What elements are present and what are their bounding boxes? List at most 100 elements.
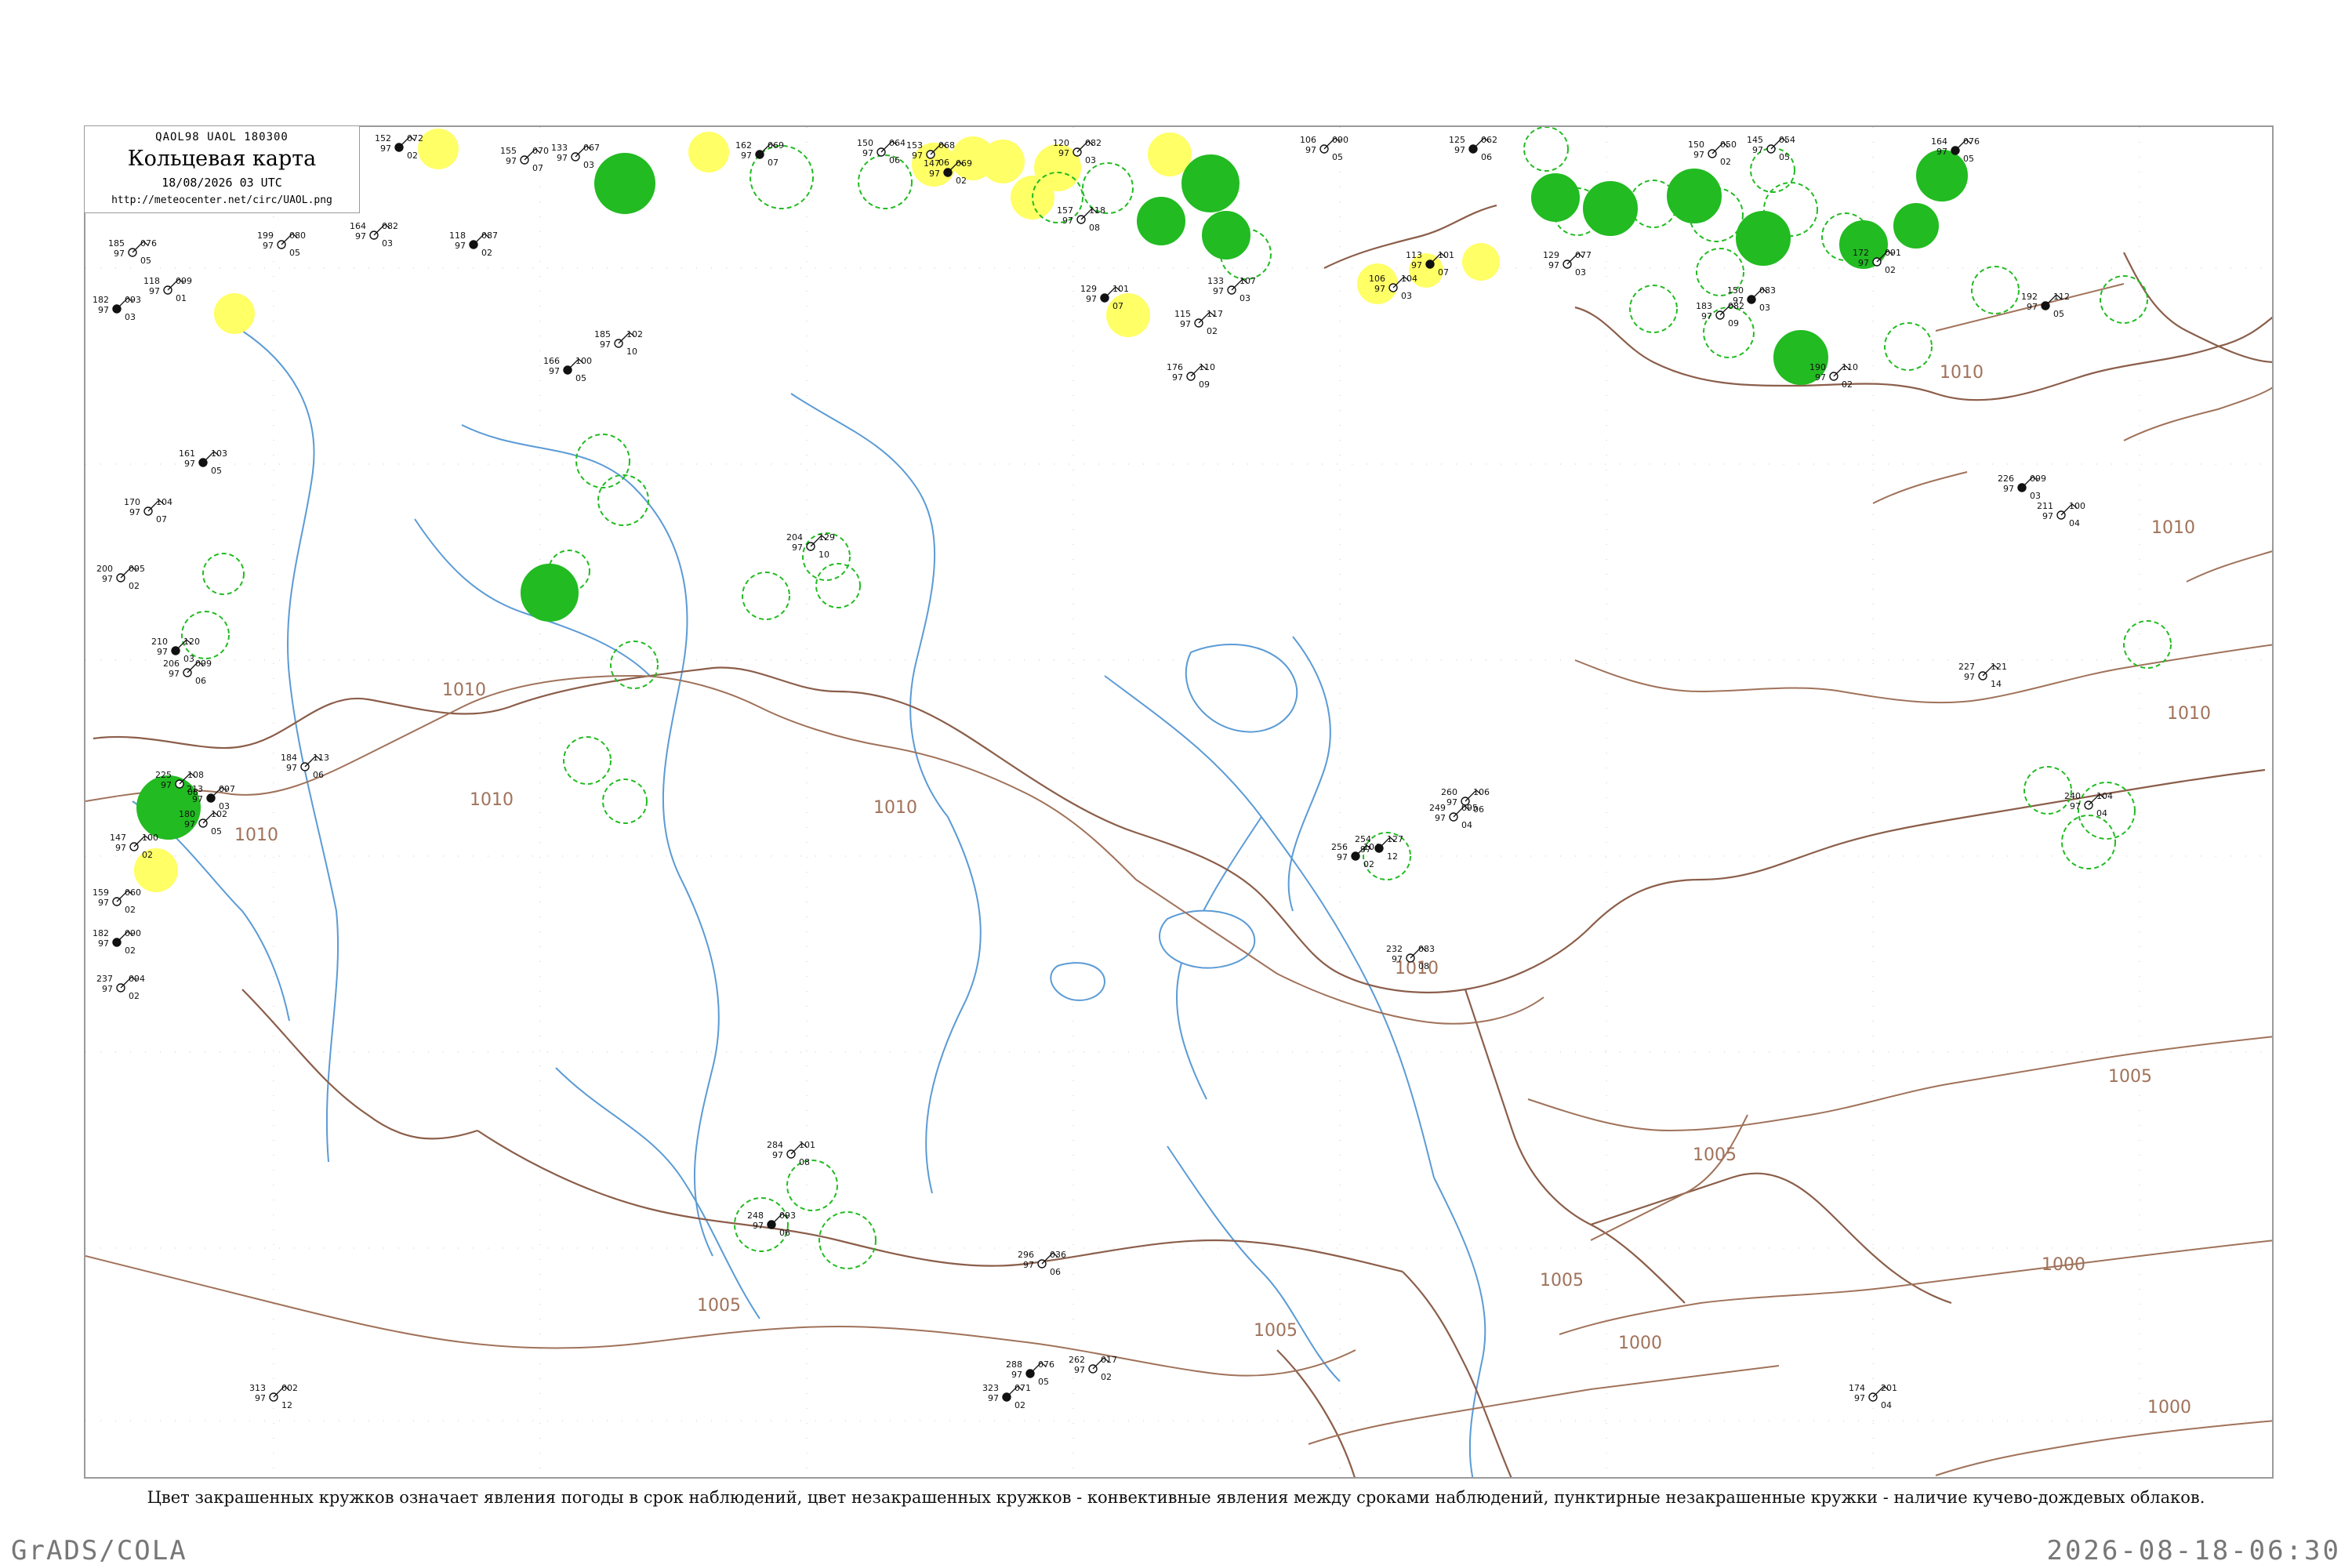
station-plot[interactable]: 313 002 12 97 [249,1383,298,1410]
station-plot[interactable]: 211 100 04 97 [2037,501,2085,528]
station-dewpoint: 05 [1963,154,1974,164]
station-plot[interactable]: 162 069 07 97 [735,140,784,168]
station-plot[interactable]: 150 050 02 97 [1688,140,1737,167]
weather-map: 1010 1010 1010 1010 1010 1010 1010 1010 … [85,127,2272,1477]
station-value: 060 [125,887,141,898]
station-plot[interactable]: 106 090 05 97 [1300,135,1348,162]
station-pressure: 162 [735,140,752,151]
station-dewpoint: 07 [1112,301,1123,311]
station-humidity: 97 [1815,372,1826,383]
map-url[interactable]: http://meteocenter.net/circ/UAOL.png [85,194,359,206]
station-pressure: 260 [1441,787,1457,797]
station-value: 091 [1885,248,1901,258]
station-plot[interactable]: 284 101 08 97 [767,1140,815,1167]
station-plot[interactable]: 152 072 02 97 [375,133,423,161]
station-plot[interactable]: 129 077 03 97 [1543,250,1592,278]
station-dewpoint: 03 [1759,303,1770,313]
station-dewpoint: 05 [1332,152,1343,162]
station-dewpoint: 03 [583,160,594,170]
station-plot[interactable]: 200 095 02 97 [96,564,145,591]
station-value: 070 [532,146,549,156]
station-dewpoint: 02 [1207,326,1218,336]
station-plot[interactable]: 150 064 06 97 [857,138,906,165]
station-plot[interactable]: 204 129 10 97 [786,532,835,560]
station-pressure: 313 [249,1383,266,1393]
station-humidity: 97 [169,669,180,679]
station-dewpoint: 07 [1438,267,1449,278]
station-plot[interactable]: 118 099 01 97 [143,276,192,303]
station-plots: 152 0720297 133 0670397 155 070 07 97 162 0690797… [93,133,2113,1410]
station-plot[interactable]: 115 117 02 97 [1174,309,1223,336]
station-pressure: 147 [110,833,126,843]
station-value: 104 [156,497,172,507]
station-plot[interactable]: 323 071 02 97 [982,1383,1031,1410]
station-pressure: 248 [747,1210,764,1221]
station-pressure: 164 [1931,136,1947,147]
station-plot[interactable]: 296 036 06 97 [1018,1250,1066,1277]
rain-circle [1137,197,1185,245]
station-humidity: 97 [1392,954,1403,964]
station-plot[interactable]: 157 118 08 97 [1057,205,1105,233]
station-humidity: 97 [1374,284,1385,294]
station-dewpoint: 03 [2030,491,2041,501]
station-value: 107 [1240,276,1256,286]
station-value: 104 [1363,842,1380,852]
station-pressure: 161 [179,448,195,459]
station-pressure: 133 [551,143,568,153]
station-dewpoint: 08 [1089,223,1100,233]
station-value: 050 [1720,140,1737,150]
station-humidity: 97 [355,231,366,241]
station-plot[interactable]: 185 076 05 97 [108,238,157,266]
station-dewpoint: 04 [1461,820,1472,830]
station-plot[interactable]: 174 201 04 97 [1849,1383,1897,1410]
station-plot[interactable]: 256 104 02 97 [1331,842,1380,869]
cumulonimbus-circle [858,154,913,209]
station-value: 077 [1575,250,1592,260]
station-plot[interactable]: 159 060 02 97 [93,887,141,915]
station-value: 083 [1759,285,1776,296]
station-plot[interactable]: 133 067 03 97 [551,143,600,170]
station-pressure: 125 [1449,135,1465,145]
station-pressure: 150 [1688,140,1704,150]
station-plot[interactable]: 147 100 02 97 [110,833,158,860]
station-plot[interactable]: 161 103 05 97 [179,448,227,476]
station-pressure: 155 [500,146,517,156]
station-plot[interactable]: 199 080 05 97 [257,230,306,258]
station-pressure: 284 [767,1140,783,1150]
rain-circle [1531,173,1580,222]
station-plot[interactable]: 155 070 07 97 [500,146,549,173]
station-plot[interactable]: 182 093 03 97 [93,295,141,322]
station-plot[interactable]: 185 102 10 97 [594,329,643,357]
station-plot[interactable]: 226 099 03 97 [1998,474,2046,501]
station-plot[interactable]: 125 062 06 97 [1449,135,1497,162]
station-plot[interactable]: 262 017 02 97 [1069,1355,1117,1382]
station-plot[interactable]: 166 100 05 97 [543,356,592,383]
fog-circle [981,140,1025,183]
station-value: 082 [382,221,398,231]
station-value: 097 [219,784,235,794]
station-dewpoint: 08 [1418,961,1429,971]
station-plot[interactable]: 184 113 06 97 [281,753,329,780]
station-humidity: 97 [600,339,611,350]
station-plot[interactable]: 176 110 09 97 [1167,362,1215,390]
station-value: 101 [1112,284,1129,294]
station-plot[interactable]: 170 104 07 97 [124,497,172,524]
station-plot[interactable]: 164 082 03 97 [350,221,398,249]
station-value: 127 [1387,834,1403,844]
station-plot[interactable]: 237 094 02 97 [96,974,145,1001]
station-humidity: 97 [102,984,113,994]
station-humidity: 97 [753,1221,764,1231]
isobar-label: 1010 [1940,363,1984,383]
station-plot[interactable]: 182 090 02 97 [93,928,141,956]
isobar-label: 1010 [2167,704,2211,724]
station-plot[interactable]: 227 121 14 97 [1958,662,2007,689]
station-plot[interactable]: 133 107 03 97 [1207,276,1256,303]
station-plot[interactable]: 240 104 04 97 [2064,791,2113,818]
station-humidity: 97 [98,305,109,315]
station-plot[interactable]: 192 112 05 97 [2021,292,2070,319]
station-dewpoint: 10 [818,550,829,560]
station-humidity: 97 [455,241,466,251]
station-humidity: 97 [1086,294,1097,304]
cumulonimbus-circle [202,553,245,595]
station-plot[interactable]: 118 087 02 97 [449,230,498,258]
